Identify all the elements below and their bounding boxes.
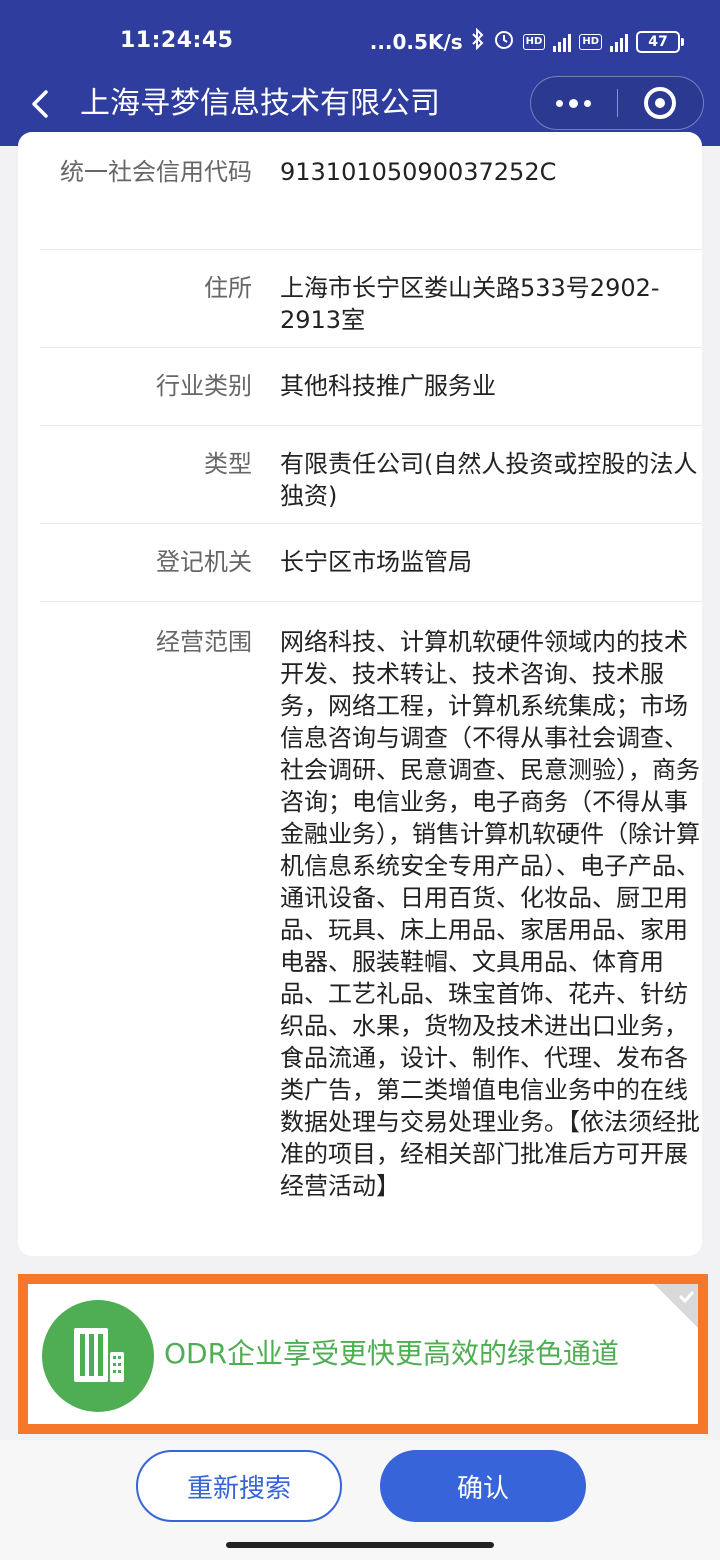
home-indicator[interactable]: [226, 1542, 494, 1548]
company-info-card: 统一社会信用代码 91310105090037252C 住所 上海市长宁区娄山关…: [18, 132, 702, 1256]
bluetooth-icon: [471, 27, 485, 55]
network-speed: ...0.5K/s: [369, 29, 463, 54]
info-label: 经营范围: [156, 628, 252, 656]
more-icon: [556, 99, 564, 107]
app-header: 11:24:45 ...0.5K/s HD HD 47 上海寻梦信息技术有限公司: [0, 0, 720, 146]
info-label: 类型: [204, 450, 252, 478]
info-value: 91310105090037252C: [280, 158, 557, 186]
info-value: 其他科技推广服务业: [280, 372, 496, 400]
info-row-credit-code: 统一社会信用代码 91310105090037252C: [40, 132, 702, 250]
more-button[interactable]: [531, 76, 617, 130]
hd-badge: HD: [522, 33, 546, 50]
info-row-industry: 行业类别 其他科技推广服务业: [40, 348, 702, 426]
info-value: 长宁区市场监管局: [280, 548, 472, 576]
alarm-icon: [493, 28, 515, 55]
info-label: 登记机关: [156, 548, 252, 576]
page-title: 上海寻梦信息技术有限公司: [80, 86, 440, 121]
odr-banner-text: ODR企业享受更快更高效的绿色通道: [164, 1337, 620, 1370]
info-label: 住所: [204, 274, 252, 302]
mini-program-capsule: [530, 76, 704, 130]
signal-icon-2: [610, 32, 628, 52]
info-row-address: 住所 上海市长宁区娄山关路533号2902-2913室: [40, 250, 702, 348]
info-row-registration: 登记机关 长宁区市场监管局: [40, 524, 702, 602]
info-label: 统一社会信用代码: [60, 158, 252, 186]
signal-icon: [553, 32, 572, 52]
status-time: 11:24:45: [120, 28, 234, 53]
info-value: 上海市长宁区娄山关路533号2902-2913室: [280, 274, 660, 334]
info-row-type: 类型 有限责任公司(自然人投资或控股的法人独资): [40, 426, 702, 524]
close-icon: [644, 87, 677, 119]
status-bar: 11:24:45 ...0.5K/s HD HD 47: [0, 0, 720, 84]
battery-level: 47: [636, 30, 680, 53]
battery-icon: 47: [636, 30, 684, 53]
info-row-business-scope: 经营范围 网络科技、计算机软硬件领域内的技术开发、技术转让、技术咨询、技术服务，…: [40, 602, 702, 1256]
bottom-action-bar: 重新搜索 确认: [0, 1440, 720, 1560]
research-button[interactable]: 重新搜索: [136, 1450, 342, 1522]
confirm-button[interactable]: 确认: [380, 1450, 586, 1522]
back-button[interactable]: [24, 84, 60, 124]
info-value: 有限责任公司(自然人投资或控股的法人独资): [280, 450, 698, 510]
status-icons: ...0.5K/s HD HD 47: [369, 27, 684, 55]
back-icon: [32, 90, 48, 118]
hd-badge-2: HD: [579, 33, 602, 50]
close-button[interactable]: [618, 76, 704, 130]
building-icon: [42, 1300, 154, 1412]
checkmark-corner-icon: [654, 1284, 698, 1328]
odr-banner[interactable]: ODR企业享受更快更高效的绿色通道: [18, 1274, 708, 1434]
info-value: 网络科技、计算机软硬件领域内的技术开发、技术转让、技术咨询、技术服务，网络工程，…: [280, 628, 700, 1200]
info-label: 行业类别: [156, 372, 252, 400]
